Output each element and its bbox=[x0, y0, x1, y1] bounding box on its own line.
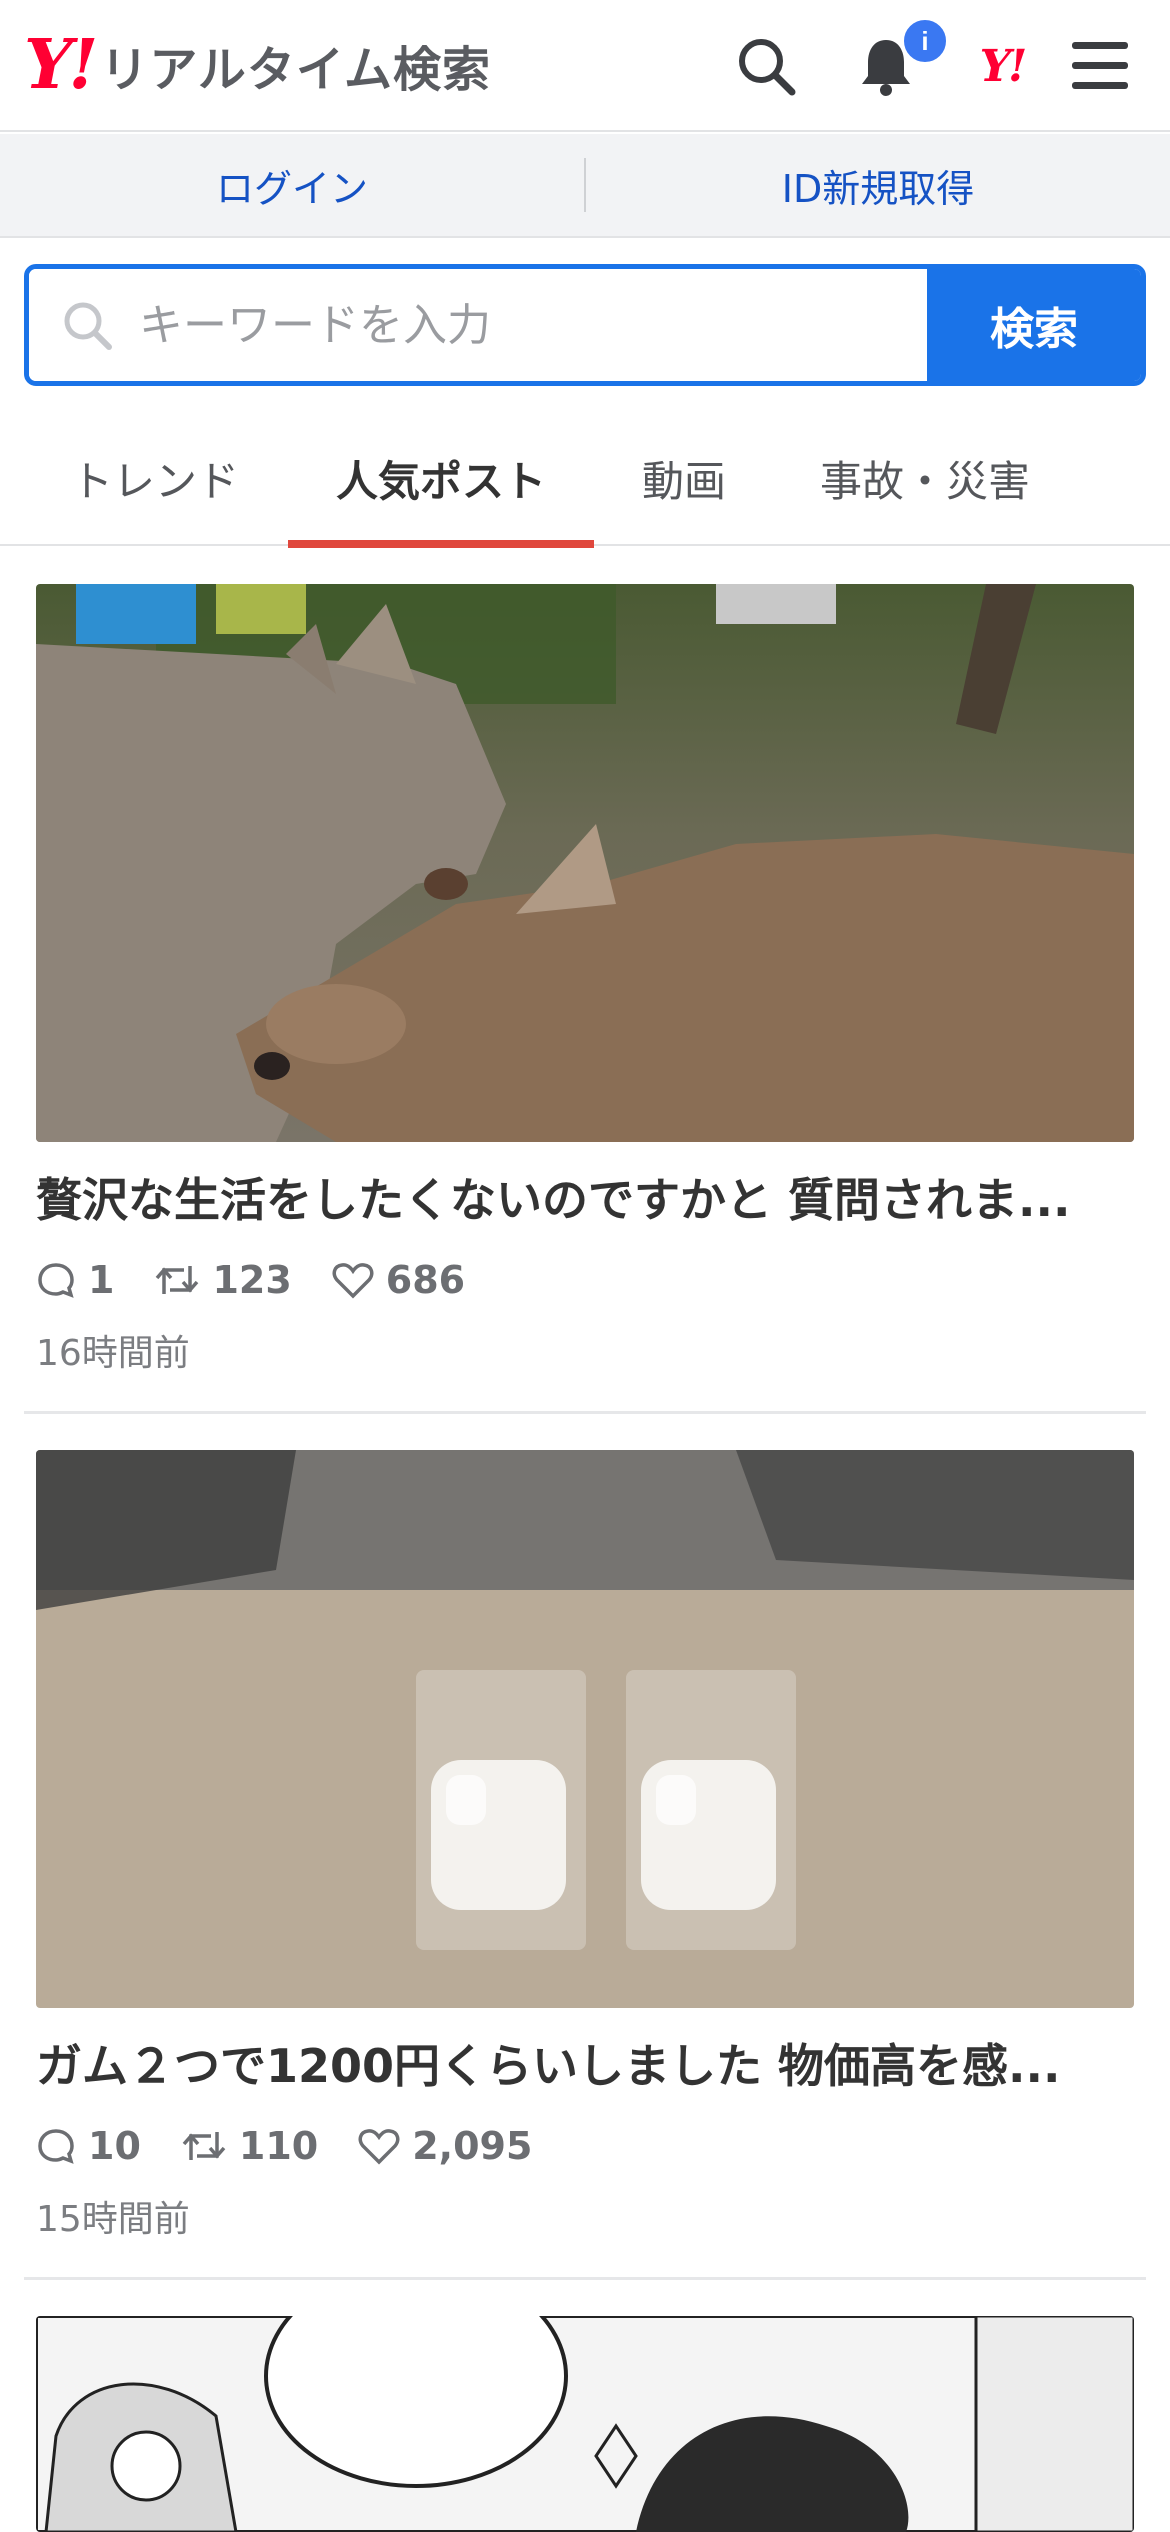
heart-icon bbox=[358, 2129, 400, 2165]
yahoo-logo: Y! bbox=[24, 25, 98, 105]
repost-icon bbox=[156, 1266, 199, 1294]
post-title[interactable]: 贅沢な生活をしたくないのですかと 質問されま... bbox=[36, 1164, 1134, 1230]
post-timestamp: 15時間前 bbox=[36, 2199, 190, 2240]
repost-count[interactable]: 123 bbox=[154, 1258, 292, 1302]
search-field bbox=[29, 269, 927, 381]
post-timestamp: 16時間前 bbox=[36, 1333, 190, 1374]
post-image[interactable] bbox=[36, 2316, 1134, 2532]
repost-count[interactable]: 110 bbox=[181, 2124, 318, 2168]
post-title[interactable]: ガム２つで1200円くらいしました 物価高を感... bbox=[36, 2030, 1134, 2096]
tab-accident-disaster[interactable]: 事故・災害 bbox=[790, 410, 1060, 546]
yahoo-logo-icon[interactable]: Y! bbox=[966, 30, 1038, 102]
search-button[interactable]: 検索 bbox=[927, 269, 1141, 381]
post-card[interactable]: 贅沢な生活をしたくないのですかと 質問されま... 1 123 686 16時間… bbox=[24, 584, 1146, 1414]
notification-badge: i bbox=[900, 16, 950, 66]
post-stats: 10 110 2,095 bbox=[36, 2118, 572, 2174]
search-form: 検索 bbox=[24, 264, 1146, 386]
repost-count-value: 110 bbox=[238, 2124, 319, 2168]
search-input[interactable] bbox=[139, 299, 839, 351]
post-card[interactable] bbox=[24, 2316, 1146, 2532]
login-link[interactable]: ログイン bbox=[0, 158, 584, 213]
tab-video[interactable]: 動画 bbox=[604, 410, 764, 546]
menu-icon[interactable] bbox=[1064, 30, 1136, 102]
like-count[interactable]: 2,095 bbox=[358, 2124, 532, 2168]
page-title: リアルタイム検索 bbox=[100, 42, 491, 98]
post-stats: 1 123 686 bbox=[36, 1252, 505, 1308]
header: Y! リアルタイム検索 i Y! bbox=[0, 0, 1170, 132]
tab-popular-posts[interactable]: 人気ポスト bbox=[288, 410, 594, 548]
reply-count[interactable]: 10 bbox=[36, 2124, 141, 2168]
signup-link[interactable]: ID新規取得 bbox=[586, 158, 1170, 213]
repost-icon bbox=[182, 2132, 226, 2160]
search-icon[interactable] bbox=[730, 30, 802, 102]
search-input-icon bbox=[64, 302, 112, 350]
post-image[interactable] bbox=[36, 584, 1134, 1142]
reply-count-value: 1 bbox=[88, 1258, 115, 1302]
login-bar: ログイン ID新規取得 bbox=[0, 134, 1170, 238]
like-count[interactable]: 686 bbox=[332, 1258, 465, 1302]
reply-icon bbox=[38, 1263, 74, 1298]
brand-logo-link[interactable]: Y! リアルタイム検索 bbox=[24, 30, 491, 100]
tab-trend[interactable]: トレンド bbox=[40, 410, 270, 546]
post-image[interactable] bbox=[36, 1450, 1134, 2008]
reply-icon bbox=[38, 2129, 74, 2164]
heart-icon bbox=[332, 1263, 374, 1299]
post-card[interactable]: ガム２つで1200円くらいしました 物価高を感... 10 110 2,095 … bbox=[24, 1450, 1146, 2280]
like-count-value: 686 bbox=[385, 1258, 466, 1302]
repost-count-value: 123 bbox=[212, 1258, 292, 1302]
reply-count[interactable]: 1 bbox=[36, 1258, 114, 1302]
tab-bar: トレンド 人気ポスト 動画 事故・災害 bbox=[0, 410, 1170, 548]
like-count-value: 2,095 bbox=[412, 2124, 533, 2168]
reply-count-value: 10 bbox=[88, 2124, 141, 2168]
